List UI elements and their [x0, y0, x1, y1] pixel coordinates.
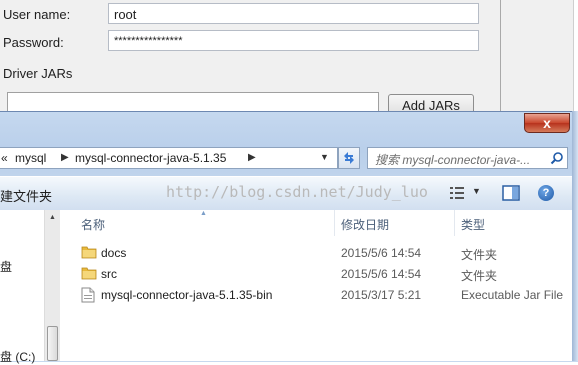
- password-input[interactable]: ****************: [108, 30, 479, 51]
- preview-pane-icon[interactable]: [502, 185, 520, 201]
- breadcrumb-chevron-icon[interactable]: ▶: [61, 152, 69, 163]
- file-modified: 2015/5/6 14:54: [341, 267, 422, 281]
- address-bar[interactable]: « mysql ▶ mysql-connector-java-5.1.35 ▶ …: [0, 147, 338, 169]
- folder-icon: [81, 246, 97, 259]
- folder-icon: [81, 267, 97, 280]
- password-label: Password:: [3, 35, 64, 50]
- column-header-type[interactable]: 类型: [461, 216, 485, 233]
- driver-jars-label: Driver JARs: [3, 66, 73, 81]
- column-divider[interactable]: [454, 210, 455, 236]
- breadcrumb-chevron-icon[interactable]: ▶: [248, 152, 256, 163]
- command-toolbar: 建文件夹 http://blog.csdn.net/Judy_luo ▼ ?: [0, 176, 572, 211]
- file-modified: 2015/5/6 14:54: [341, 246, 422, 260]
- sort-ascending-icon: ▲: [200, 210, 207, 217]
- breadcrumb-overflow[interactable]: «: [1, 151, 8, 165]
- file-name: docs: [101, 246, 127, 260]
- file-name: mysql-connector-java-5.1.35-bin: [101, 288, 273, 302]
- jar-file-icon: [81, 287, 95, 303]
- column-header-modified[interactable]: 修改日期: [341, 216, 389, 233]
- username-label: User name:: [3, 7, 71, 22]
- close-button[interactable]: x: [524, 113, 570, 133]
- search-input[interactable]: 搜索 mysql-connector-java-...: [367, 147, 568, 169]
- file-row-jar[interactable]: mysql-connector-java-5.1.35-bin 2015/3/1…: [64, 285, 572, 306]
- dialog-frame-edge: [572, 111, 578, 361]
- nav-scroll-thumb[interactable]: [47, 326, 58, 361]
- connection-settings-panel: User name: root Password: **************…: [0, 0, 500, 120]
- background-window-edge: [500, 0, 578, 120]
- file-type: Executable Jar File: [461, 288, 564, 302]
- nav-item-drive[interactable]: 盘: [0, 258, 12, 275]
- nav-item-drive-c[interactable]: 盘 (C:): [0, 348, 35, 365]
- new-folder-button[interactable]: 建文件夹: [0, 186, 52, 205]
- breadcrumb-connector-folder[interactable]: mysql-connector-java-5.1.35: [75, 151, 226, 165]
- file-list: ▲ 名称 修改日期 类型 docs 2015/5/6 14:54 文件夹 src…: [64, 210, 572, 361]
- file-row-docs[interactable]: docs 2015/5/6 14:54 文件夹: [64, 243, 572, 264]
- nav-scrollbar[interactable]: ▲: [44, 210, 61, 361]
- refresh-icon: [344, 152, 354, 164]
- views-dropdown-icon[interactable]: ▼: [472, 186, 481, 196]
- column-header-name[interactable]: 名称: [81, 216, 105, 233]
- change-view-icon[interactable]: [449, 185, 465, 201]
- help-button[interactable]: ?: [538, 185, 554, 201]
- scroll-up-arrow-icon[interactable]: ▲: [49, 214, 56, 221]
- username-input[interactable]: root: [108, 3, 479, 24]
- file-modified: 2015/3/17 5:21: [341, 288, 422, 302]
- file-type: 文件夹: [461, 248, 498, 262]
- refresh-button[interactable]: [338, 147, 360, 169]
- breadcrumb-mysql[interactable]: mysql: [15, 151, 46, 165]
- watermark-text: http://blog.csdn.net/Judy_luo: [166, 183, 428, 201]
- column-divider[interactable]: [334, 210, 335, 236]
- file-row-src[interactable]: src 2015/5/6 14:54 文件夹: [64, 264, 572, 285]
- file-type: 文件夹: [461, 269, 498, 283]
- search-icon[interactable]: [550, 151, 564, 165]
- address-history-dropdown-icon[interactable]: ▼: [320, 152, 329, 162]
- background-window-border: [573, 0, 578, 120]
- search-placeholder: 搜索 mysql-connector-java-...: [375, 153, 531, 167]
- file-name: src: [101, 267, 117, 281]
